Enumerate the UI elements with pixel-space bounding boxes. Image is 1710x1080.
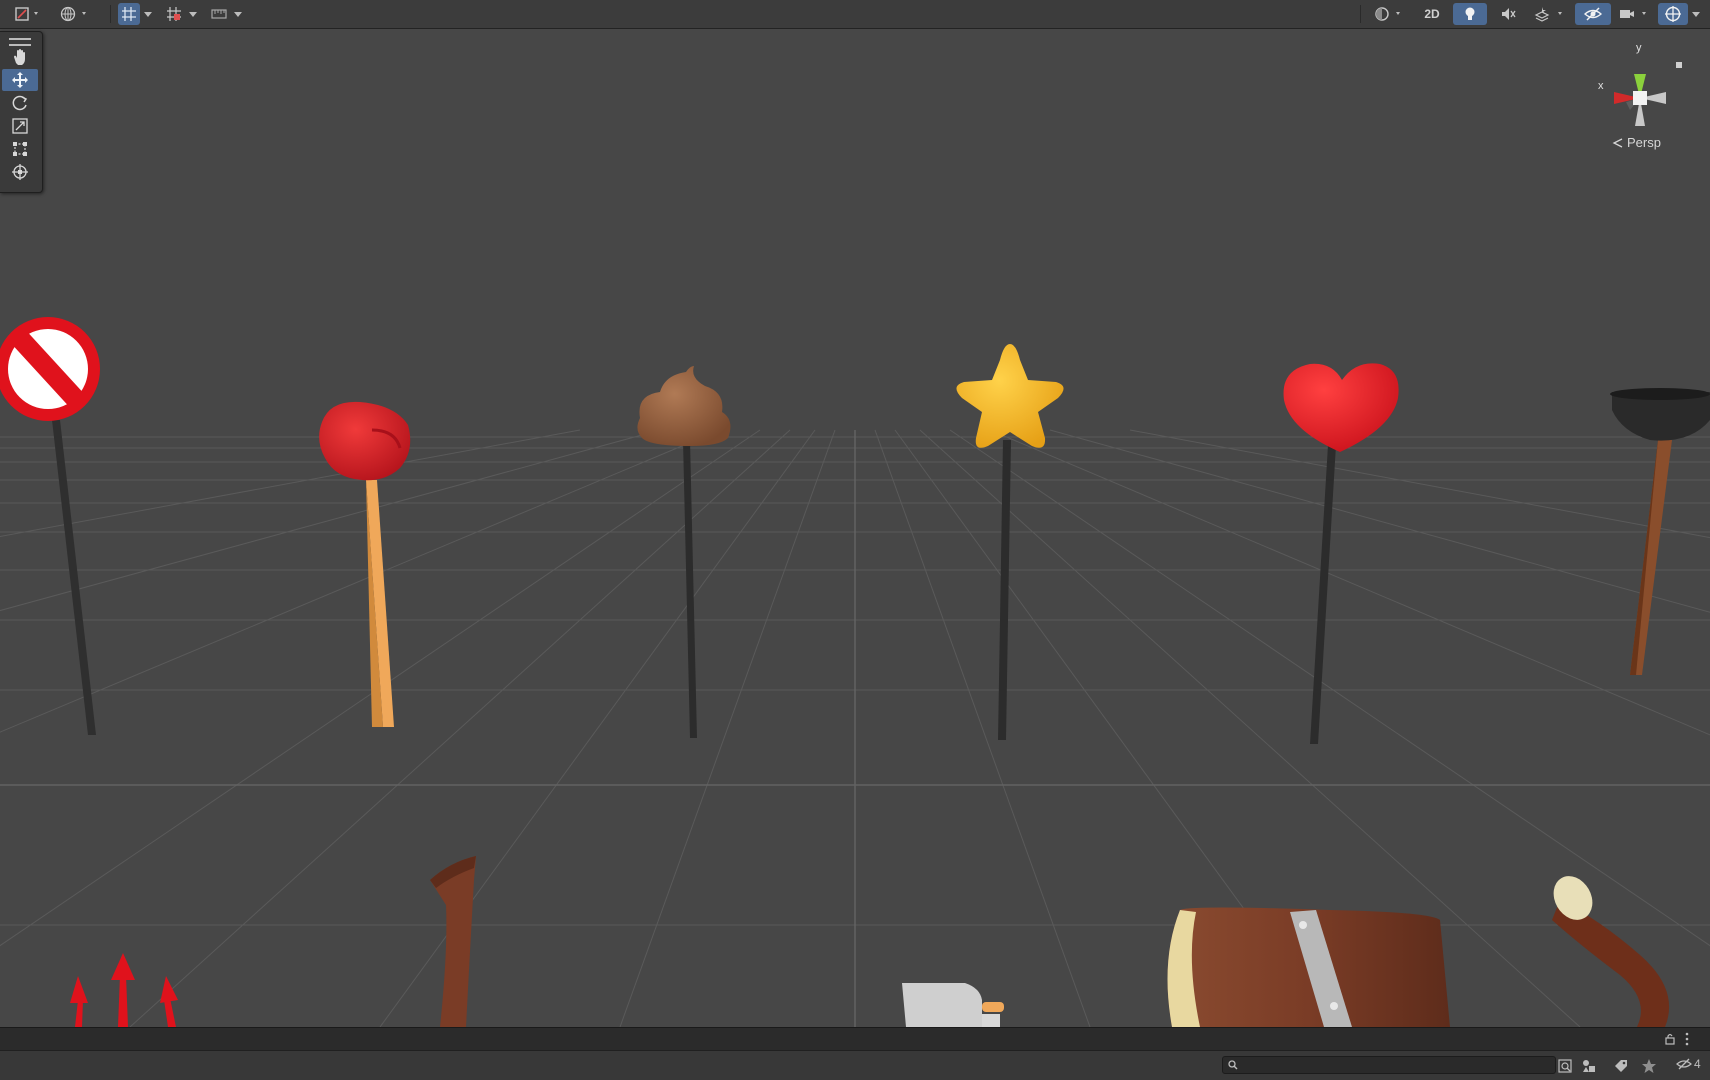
- barrel-prop: [1167, 907, 1450, 1027]
- audio-icon: [1502, 8, 1516, 20]
- horn-prop: [430, 856, 476, 1027]
- transform-tool[interactable]: [2, 161, 38, 183]
- trident-prop: [70, 953, 178, 1027]
- branch-prop: [1552, 876, 1670, 1027]
- projection-toggle[interactable]: Persp: [1612, 135, 1661, 150]
- shapes-icon: [1583, 1060, 1595, 1072]
- search-box[interactable]: [1222, 1056, 1556, 1074]
- hidden-count-label: 4: [1694, 1057, 1701, 1071]
- draw-mode-dropdown[interactable]: [10, 3, 48, 25]
- boxing-glove-prop: [319, 401, 411, 727]
- perspective-chevron-icon: [1612, 137, 1623, 148]
- audio-toggle[interactable]: [1492, 3, 1524, 25]
- hidden-packages-toggle[interactable]: 4: [1676, 1057, 1701, 1071]
- hidden-objects-toggle[interactable]: [1575, 3, 1611, 25]
- 2d-toggle[interactable]: 2D: [1416, 3, 1448, 25]
- grid-snap-dropdown[interactable]: [141, 3, 155, 25]
- shading-mode-dropdown[interactable]: [1370, 3, 1410, 25]
- increment-snap-toggle[interactable]: [163, 3, 185, 25]
- move-tool[interactable]: [2, 69, 38, 91]
- star-prop: [956, 344, 1064, 740]
- gizmo-center-cube: [1633, 91, 1647, 105]
- lock-icon[interactable]: [1664, 1033, 1676, 1045]
- gizmo-lock-icon: [1676, 62, 1682, 68]
- effects-dropdown[interactable]: [1530, 3, 1570, 25]
- hand-tool[interactable]: [2, 46, 38, 68]
- tools-overlay: [0, 31, 43, 193]
- lighting-toggle[interactable]: [1453, 3, 1487, 25]
- more-options-icon[interactable]: [1684, 1032, 1690, 1046]
- scene-render: [0, 317, 1710, 1027]
- rotate-icon: [12, 95, 28, 111]
- heart-prop: [1283, 363, 1399, 744]
- gizmos-dropdown[interactable]: [1688, 3, 1704, 25]
- poop-prop: [637, 366, 731, 738]
- hidden-objects-icon: [1584, 7, 1602, 21]
- projection-label: Persp: [1627, 135, 1661, 150]
- scale-icon: [12, 118, 28, 134]
- scene-toolbar: 2D: [0, 0, 1710, 29]
- search-icon: [1228, 1060, 1238, 1070]
- ruler-dropdown[interactable]: [231, 3, 245, 25]
- search-by-type-button[interactable]: [1556, 1057, 1574, 1075]
- snap-grid-icon: [122, 7, 136, 21]
- hand-icon: [14, 49, 25, 65]
- no-sign-prop: [0, 317, 100, 735]
- scene-viewport[interactable]: y x Persp: [0, 29, 1710, 1027]
- search-type-icon: [1558, 1059, 1572, 1073]
- gizmo-x-label: x: [1598, 80, 1604, 92]
- overlay-grip-icon[interactable]: [9, 38, 31, 46]
- gizmos-toggle[interactable]: [1658, 3, 1688, 25]
- search-by-label-button[interactable]: [1612, 1057, 1630, 1075]
- increment-snap-dropdown[interactable]: [186, 3, 200, 25]
- shading-icon: [1375, 7, 1400, 21]
- draw-mode-icon: [15, 7, 38, 21]
- globe-icon: [60, 6, 86, 22]
- tag-icon: [1615, 1060, 1627, 1072]
- 2d-label: 2D: [1424, 7, 1440, 21]
- rect-transform-icon: [13, 142, 27, 156]
- gizmo-y-label: y: [1636, 42, 1642, 54]
- transform-icon: [12, 164, 28, 180]
- cleaver-prop: [902, 983, 1004, 1027]
- project-bottom-bar: 4: [0, 1050, 1710, 1080]
- gizmos-icon: [1665, 6, 1681, 22]
- rect-tool[interactable]: [2, 138, 38, 160]
- favorites-button[interactable]: [1640, 1057, 1658, 1075]
- rotate-tool[interactable]: [2, 92, 38, 114]
- ruler-icon: [211, 9, 227, 19]
- star-icon: [1642, 1059, 1656, 1073]
- increment-snap-icon: [167, 7, 181, 21]
- ruler-toggle[interactable]: [208, 3, 230, 25]
- global-local-dropdown[interactable]: [56, 3, 96, 25]
- hidden-eye-icon: [1676, 1058, 1692, 1070]
- search-by-type-filter[interactable]: [1580, 1057, 1598, 1075]
- effects-icon: [1534, 7, 1562, 22]
- move-icon: [12, 72, 28, 88]
- orientation-gizmo[interactable]: [1590, 40, 1700, 150]
- grid-snap-toggle[interactable]: [118, 3, 140, 25]
- scene-camera-dropdown[interactable]: [1615, 3, 1655, 25]
- search-input[interactable]: [1242, 1057, 1546, 1073]
- scale-tool[interactable]: [2, 115, 38, 137]
- lighting-icon: [1465, 7, 1475, 20]
- viewport-footer: [0, 1027, 1710, 1050]
- camera-icon: [1620, 10, 1646, 18]
